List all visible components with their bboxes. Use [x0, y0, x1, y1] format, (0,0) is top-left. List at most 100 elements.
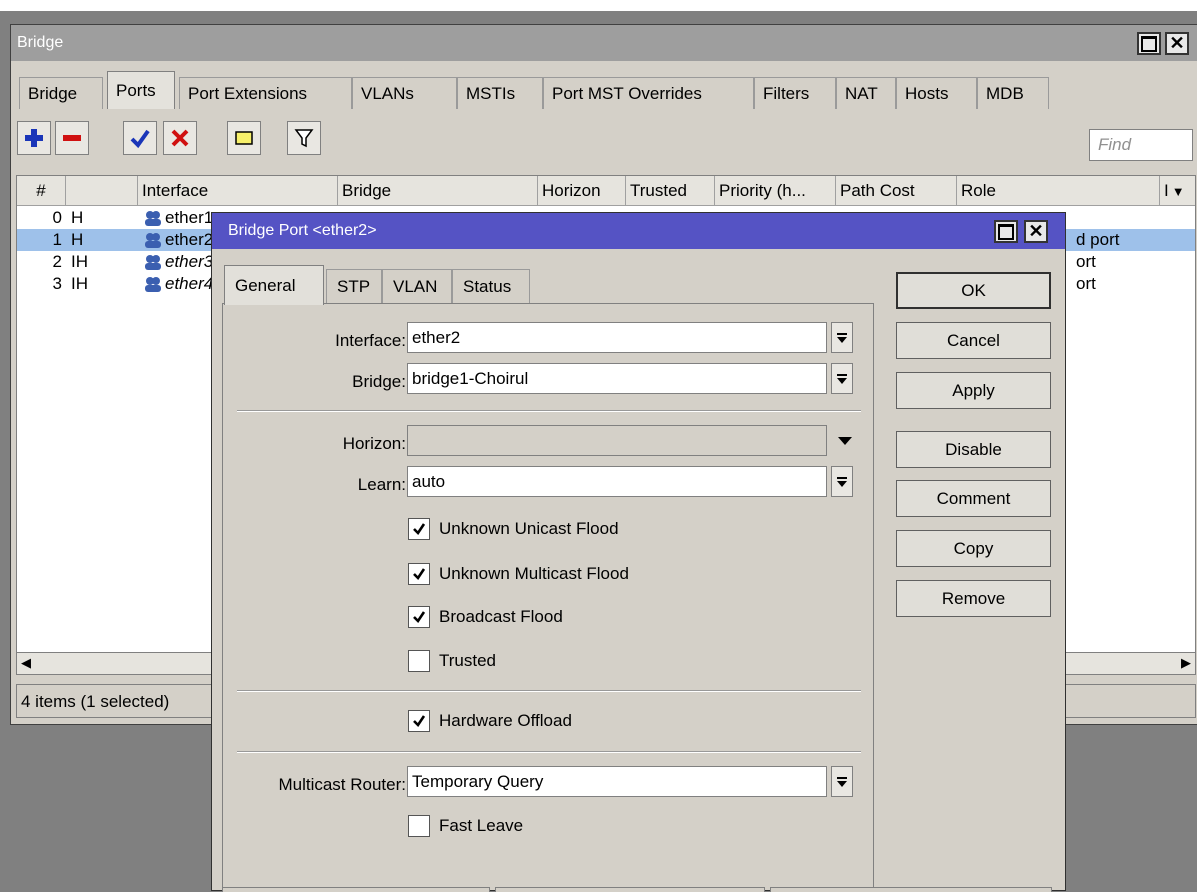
- tab-nat[interactable]: NAT: [836, 77, 896, 109]
- multicast-router-field[interactable]: Temporary Query: [407, 766, 827, 797]
- status-field: [495, 887, 765, 892]
- tab-vlans[interactable]: VLANs: [352, 77, 457, 109]
- tab-hosts[interactable]: Hosts: [896, 77, 977, 109]
- enable-button[interactable]: [123, 121, 157, 155]
- learn-dropdown-icon[interactable]: [831, 466, 853, 497]
- filter-button[interactable]: [287, 121, 321, 155]
- col-more[interactable]: I ▼: [1160, 176, 1197, 206]
- disable-button[interactable]: [163, 121, 197, 155]
- row-flags: IH: [71, 274, 88, 293]
- minus-icon: [63, 135, 81, 141]
- col-more-label: I: [1164, 181, 1169, 200]
- col-bridge[interactable]: Bridge: [338, 176, 538, 206]
- col-path-cost[interactable]: Path Cost: [836, 176, 957, 206]
- row-interface: ether4: [165, 274, 214, 293]
- maximize-icon[interactable]: [994, 220, 1018, 243]
- interface-dropdown-icon[interactable]: [831, 322, 853, 353]
- hardware-offload-checkbox[interactable]: Hardware Offload: [408, 710, 572, 732]
- tab-stp[interactable]: STP: [326, 269, 382, 303]
- comment-button[interactable]: Comment: [896, 480, 1051, 517]
- column-menu-icon: ▼: [1171, 184, 1185, 199]
- tab-vlan[interactable]: VLAN: [382, 269, 452, 303]
- tab-ports[interactable]: Ports: [107, 71, 175, 109]
- dialog-title-bar[interactable]: Bridge Port <ether2> ✕: [212, 213, 1065, 249]
- checkmark-icon: [408, 606, 430, 628]
- horizon-field[interactable]: [407, 425, 827, 456]
- col-priority[interactable]: Priority (h...: [715, 176, 836, 206]
- maximize-icon[interactable]: [1137, 32, 1161, 55]
- row-interface: ether2: [165, 230, 214, 249]
- multicast-router-dropdown-icon[interactable]: [831, 766, 853, 797]
- remove-button[interactable]: [55, 121, 89, 155]
- row-role: ort: [1076, 274, 1096, 293]
- checkmark-icon: [408, 563, 430, 585]
- ok-button[interactable]: OK: [896, 272, 1051, 309]
- col-num[interactable]: #: [17, 176, 66, 206]
- x-icon: [171, 129, 189, 147]
- add-button[interactable]: [17, 121, 51, 155]
- remove-button[interactable]: Remove: [896, 580, 1051, 617]
- checkbox-label: Broadcast Flood: [439, 607, 563, 626]
- unknown-unicast-flood-checkbox[interactable]: Unknown Unicast Flood: [408, 518, 619, 540]
- plus-icon: [25, 129, 43, 147]
- comment-button[interactable]: [227, 121, 261, 155]
- status-field: [222, 887, 490, 892]
- copy-button[interactable]: Copy: [896, 530, 1051, 567]
- checkbox-label: Hardware Offload: [439, 711, 572, 730]
- separator: [237, 751, 861, 753]
- row-flags: H: [71, 208, 84, 227]
- interface-label: Interface:: [335, 331, 406, 350]
- interface-icon: [145, 233, 161, 248]
- bridge-port-dialog: Bridge Port <ether2> ✕ General STP VLAN …: [211, 212, 1066, 892]
- status-field: [770, 887, 1052, 892]
- scroll-left-icon[interactable]: ◀: [21, 655, 31, 671]
- row-interface: ether3: [165, 252, 214, 271]
- general-panel: Interface: ether2 Bridge: bridge1-Choiru…: [222, 303, 874, 892]
- window-title-bar[interactable]: Bridge ✕: [11, 25, 1197, 61]
- close-icon[interactable]: ✕: [1165, 32, 1189, 55]
- disable-button[interactable]: Disable: [896, 431, 1051, 468]
- desktop-background: [0, 11, 10, 891]
- row-role: d port: [1076, 230, 1120, 249]
- scroll-right-icon[interactable]: ▶: [1181, 655, 1191, 671]
- learn-label: Learn:: [357, 475, 406, 494]
- tab-mstis[interactable]: MSTIs: [457, 77, 543, 109]
- fast-leave-checkbox[interactable]: Fast Leave: [408, 815, 523, 837]
- close-icon[interactable]: ✕: [1024, 220, 1048, 243]
- filter-icon: [294, 129, 314, 148]
- learn-field[interactable]: auto: [407, 466, 827, 497]
- cancel-button[interactable]: Cancel: [896, 322, 1051, 359]
- separator: [237, 690, 861, 692]
- horizon-label: Horizon:: [342, 434, 406, 453]
- col-horizon[interactable]: Horizon: [538, 176, 626, 206]
- tab-status[interactable]: Status: [452, 269, 530, 303]
- col-role[interactable]: Role: [957, 176, 1160, 206]
- bridge-field[interactable]: bridge1-Choirul: [407, 363, 827, 394]
- trusted-checkbox[interactable]: Trusted: [408, 650, 496, 672]
- interface-field[interactable]: ether2: [407, 322, 827, 353]
- bridge-dropdown-icon[interactable]: [831, 363, 853, 394]
- broadcast-flood-checkbox[interactable]: Broadcast Flood: [408, 606, 563, 628]
- tab-port-extensions[interactable]: Port Extensions: [179, 77, 352, 109]
- tab-bridge[interactable]: Bridge: [19, 77, 103, 109]
- tab-filters[interactable]: Filters: [754, 77, 836, 109]
- col-trusted[interactable]: Trusted: [626, 176, 715, 206]
- horizon-dropdown-icon[interactable]: [834, 425, 856, 456]
- col-interface[interactable]: Interface: [138, 176, 338, 206]
- tab-general[interactable]: General: [224, 265, 324, 305]
- interface-icon: [145, 211, 161, 226]
- multicast-router-label: Multicast Router:: [278, 775, 406, 794]
- row-interface: ether1: [165, 208, 214, 227]
- interface-icon: [145, 255, 161, 270]
- col-flags[interactable]: [66, 176, 138, 206]
- row-flags: IH: [71, 252, 88, 271]
- find-input[interactable]: Find: [1089, 129, 1193, 161]
- tab-mdb[interactable]: MDB: [977, 77, 1049, 109]
- row-number: 3: [52, 274, 62, 293]
- unknown-multicast-flood-checkbox[interactable]: Unknown Multicast Flood: [408, 563, 629, 585]
- row-role: ort: [1076, 252, 1096, 271]
- tab-port-mst-overrides[interactable]: Port MST Overrides: [543, 77, 754, 109]
- apply-button[interactable]: Apply: [896, 372, 1051, 409]
- checkmark-icon: [408, 710, 430, 732]
- dialog-title: Bridge Port <ether2>: [228, 222, 377, 239]
